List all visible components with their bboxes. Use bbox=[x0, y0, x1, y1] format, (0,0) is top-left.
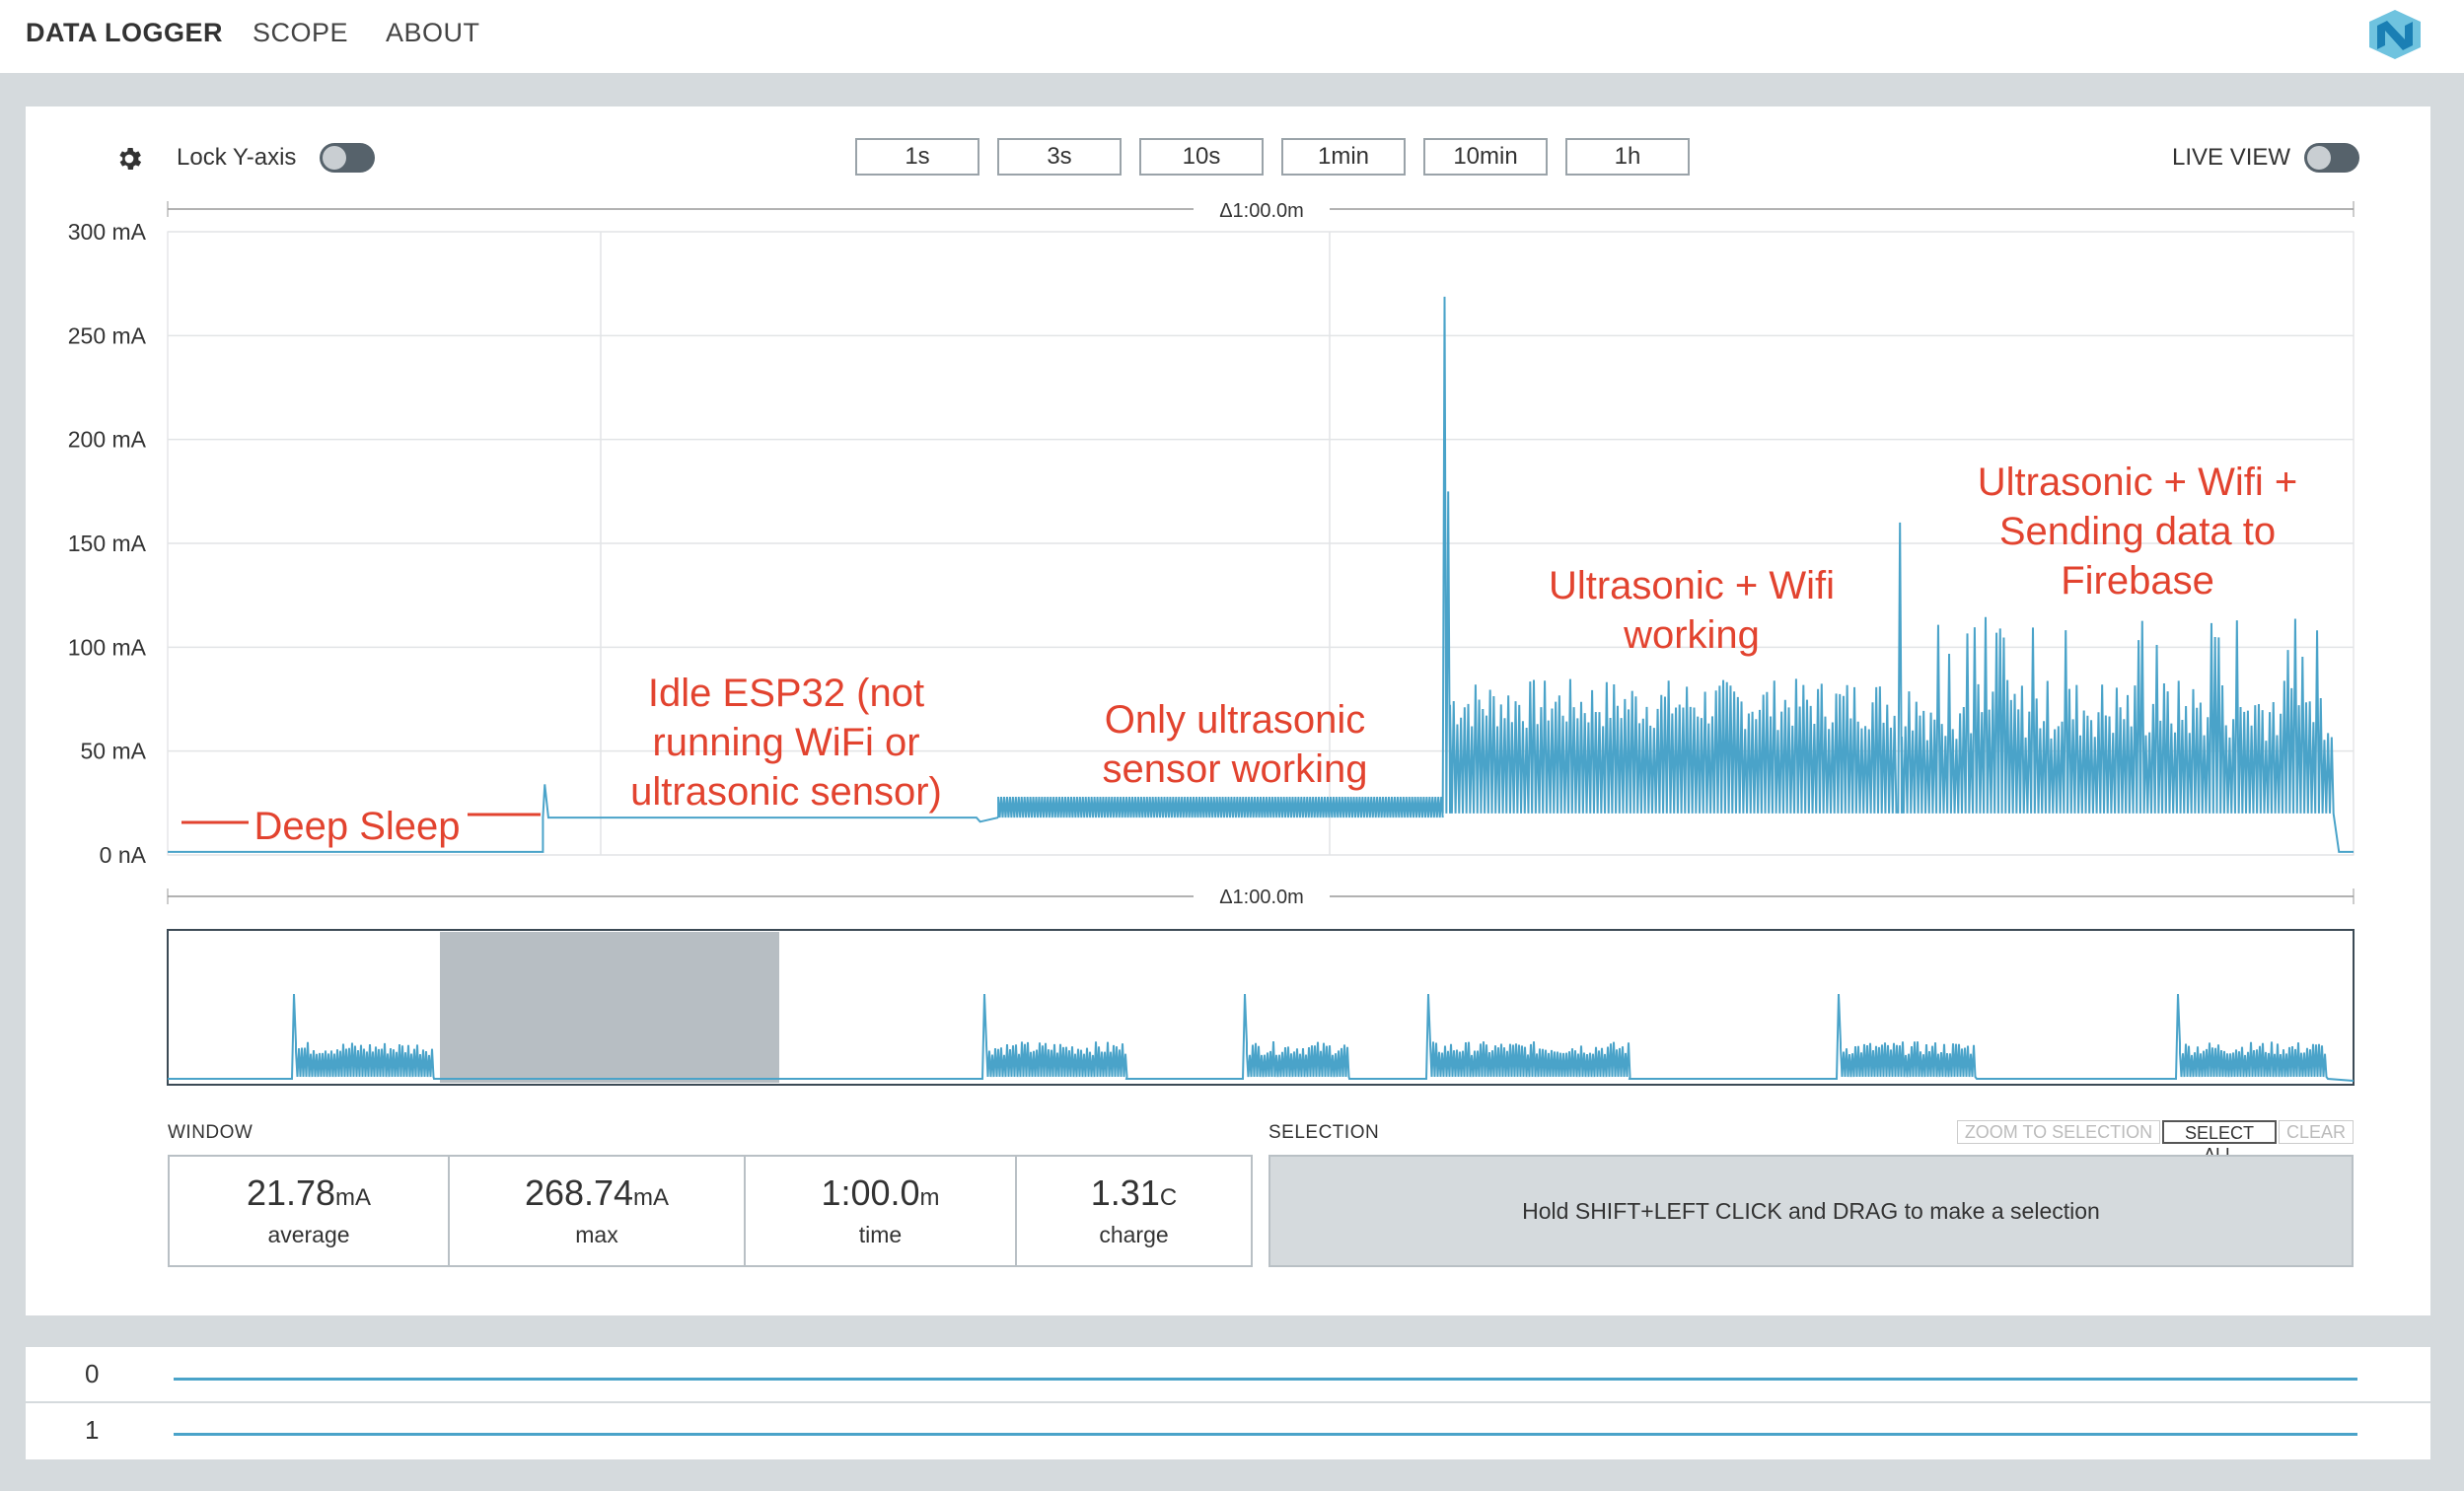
y-tick-label: 0 nA bbox=[100, 842, 147, 868]
y-tick-label: 50 mA bbox=[81, 739, 147, 764]
stat-value: 21.78 bbox=[246, 1172, 336, 1213]
stat-unit: C bbox=[1159, 1184, 1178, 1211]
y-tick-label: 100 mA bbox=[68, 634, 147, 660]
stat-value: 1.31 bbox=[1090, 1172, 1160, 1213]
channel-trace bbox=[174, 1433, 2357, 1436]
stat-label: average bbox=[267, 1222, 350, 1247]
current-chart[interactable]: 300 mA250 mA200 mA150 mA100 mA50 mA0 nA … bbox=[0, 0, 2464, 888]
trace-ultrasonic bbox=[997, 796, 1444, 818]
stat-time: 1:00.0m time bbox=[746, 1157, 1017, 1265]
stat-value: 268.74 bbox=[524, 1172, 634, 1213]
channel-trace bbox=[174, 1378, 2357, 1381]
y-axis-ticks: 300 mA 250 mA 200 mA 150 mA 100 mA 50 mA 0 nA bbox=[68, 219, 147, 868]
channel-label: 0 bbox=[85, 1359, 100, 1388]
window-delta-label: Δ1:00.0m bbox=[1219, 200, 1304, 222]
stat-unit: mA bbox=[633, 1184, 670, 1211]
stat-label: time bbox=[858, 1222, 903, 1247]
channel-label: 1 bbox=[85, 1415, 100, 1445]
annotation-text: ultrasonic sensor) bbox=[630, 770, 942, 814]
annotation-text: sensor working bbox=[1102, 747, 1367, 791]
select-all-button[interactable]: SELECT ALL bbox=[2162, 1120, 2277, 1165]
stat-unit: mA bbox=[335, 1184, 372, 1211]
stat-average: 21.78mA average bbox=[170, 1157, 450, 1265]
annotation-text: Deep Sleep bbox=[254, 805, 460, 848]
zoom-to-selection-button[interactable]: ZOOM TO SELECTION bbox=[1957, 1120, 2160, 1144]
stat-label: charge bbox=[1099, 1222, 1169, 1247]
window-section-label: WINDOW bbox=[168, 1122, 254, 1143]
y-tick-label: 150 mA bbox=[68, 531, 147, 556]
stat-label: max bbox=[575, 1222, 618, 1247]
annotation-text: running WiFi or bbox=[652, 721, 919, 764]
digital-channels-panel: 0 1 bbox=[26, 1347, 2430, 1459]
digital-channel-row: 0 bbox=[26, 1347, 2430, 1402]
clear-selection-button[interactable]: CLEAR bbox=[2279, 1120, 2354, 1144]
trace-ultrasonic-wifi bbox=[1441, 296, 1898, 814]
annotation-text: Idle ESP32 (not bbox=[648, 672, 924, 715]
y-tick-label: 300 mA bbox=[68, 219, 147, 245]
stat-unit: m bbox=[919, 1184, 940, 1211]
annotation-text: Ultrasonic + Wifi bbox=[1549, 564, 1835, 607]
stat-charge: 1.31C charge bbox=[1017, 1157, 1251, 1265]
annotation-text: Ultrasonic + Wifi + bbox=[1978, 461, 2298, 504]
selection-section-label: SELECTION bbox=[1268, 1122, 1380, 1143]
y-tick-label: 250 mA bbox=[68, 322, 147, 348]
annotation-text: Sending data to bbox=[1999, 510, 2276, 553]
window-stats: 21.78mA average 268.74mA max 1:00.0m tim… bbox=[168, 1155, 1253, 1267]
stat-max: 268.74mA max bbox=[450, 1157, 746, 1265]
annotation-text: Only ultrasonic bbox=[1105, 698, 1366, 742]
y-tick-label: 200 mA bbox=[68, 427, 147, 453]
annotation-text: working bbox=[1623, 613, 1760, 657]
annotation-text: Firebase bbox=[2061, 559, 2214, 603]
selection-hint-box: Hold SHIFT+LEFT CLICK and DRAG to make a… bbox=[1268, 1155, 2354, 1267]
digital-channel-row: 1 bbox=[26, 1403, 2430, 1458]
selection-hint: Hold SHIFT+LEFT CLICK and DRAG to make a… bbox=[1522, 1197, 2100, 1224]
stat-value: 1:00.0 bbox=[821, 1172, 920, 1213]
